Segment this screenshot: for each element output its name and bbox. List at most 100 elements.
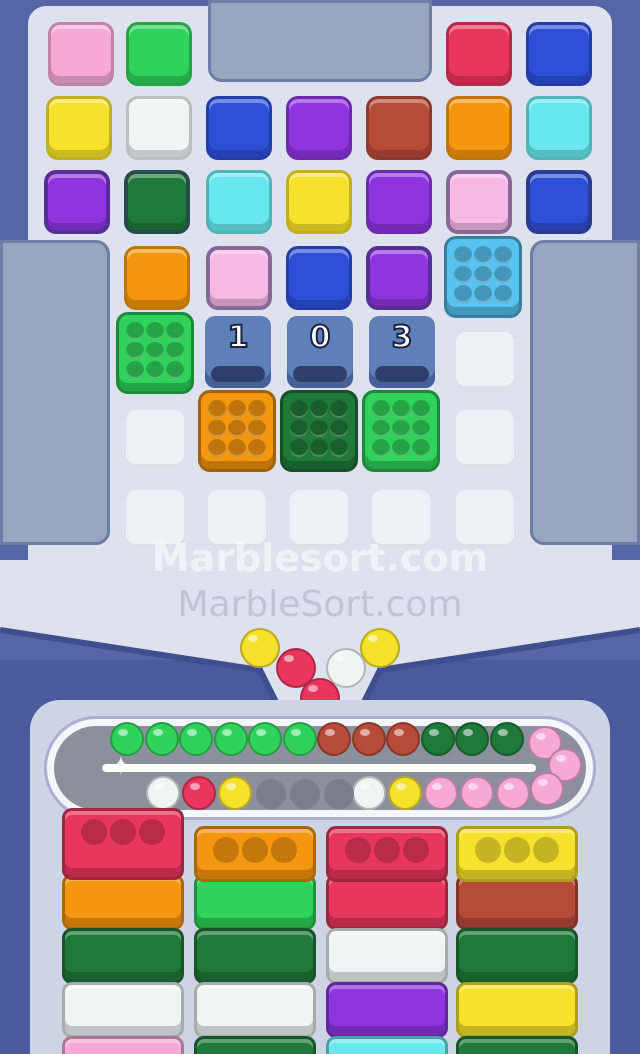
conveyor-marble bbox=[388, 776, 422, 810]
marble-hole bbox=[248, 400, 266, 418]
left-wall bbox=[0, 240, 110, 545]
column-hole bbox=[373, 837, 400, 863]
conveyor-marble bbox=[420, 722, 455, 756]
conveyor-marble bbox=[146, 776, 180, 810]
conveyor-marble bbox=[530, 772, 564, 806]
column-block[interactable] bbox=[326, 982, 448, 1038]
marble-hole bbox=[372, 439, 390, 457]
marble-hole bbox=[372, 400, 390, 418]
column-top-holes bbox=[473, 837, 561, 863]
conveyor-marble bbox=[282, 722, 317, 756]
color-tile[interactable] bbox=[44, 170, 110, 234]
column-top-holes bbox=[343, 837, 431, 863]
conveyor-marble bbox=[144, 722, 179, 756]
marble-hole bbox=[330, 400, 348, 418]
color-tile[interactable] bbox=[526, 22, 592, 86]
color-tile[interactable] bbox=[286, 170, 352, 234]
gate-counter[interactable]: 0 bbox=[287, 316, 353, 388]
conveyor-marble bbox=[352, 776, 386, 810]
marble-hole bbox=[208, 419, 226, 438]
color-tile[interactable] bbox=[48, 22, 114, 86]
color-tile[interactable] bbox=[46, 96, 112, 160]
column-block[interactable] bbox=[456, 1036, 578, 1054]
marble-box[interactable] bbox=[362, 390, 440, 472]
marble-hole bbox=[494, 246, 512, 264]
marble-box-holes bbox=[372, 400, 430, 457]
column-block[interactable] bbox=[194, 928, 316, 984]
marble-hole bbox=[146, 322, 164, 340]
conveyor-marble bbox=[179, 722, 213, 756]
color-tile[interactable] bbox=[286, 96, 352, 160]
marble-hole bbox=[412, 419, 430, 438]
color-tile[interactable] bbox=[446, 22, 512, 86]
column-block[interactable] bbox=[326, 928, 448, 984]
marble-box[interactable] bbox=[198, 390, 276, 472]
marble-hole bbox=[146, 361, 164, 379]
column-top-box[interactable] bbox=[62, 808, 184, 880]
color-tile[interactable] bbox=[206, 96, 272, 160]
marble-hole bbox=[494, 265, 512, 284]
gate-counter[interactable]: 3 bbox=[369, 316, 435, 388]
conveyor-marble bbox=[317, 722, 351, 756]
column-block[interactable] bbox=[194, 874, 316, 930]
column-block[interactable] bbox=[194, 1036, 316, 1054]
marble-hole bbox=[392, 400, 410, 418]
column-block[interactable] bbox=[326, 874, 448, 930]
empty-slot bbox=[126, 410, 184, 468]
conveyor-pocket bbox=[256, 779, 286, 809]
color-tile[interactable] bbox=[286, 246, 352, 310]
gate-mouth bbox=[293, 366, 347, 382]
marble-hole bbox=[290, 419, 308, 438]
column-block[interactable] bbox=[456, 874, 578, 930]
marble bbox=[360, 628, 400, 668]
marble-hole bbox=[330, 439, 348, 457]
marble-hole bbox=[146, 341, 164, 360]
column-top-box[interactable] bbox=[326, 826, 448, 882]
marble-box[interactable] bbox=[116, 312, 194, 394]
color-tile[interactable] bbox=[366, 96, 432, 160]
conveyor-marble bbox=[386, 722, 420, 756]
color-tile[interactable] bbox=[124, 170, 190, 234]
marble-hole bbox=[166, 341, 184, 360]
gate-mouth bbox=[211, 366, 265, 382]
color-tile[interactable] bbox=[206, 170, 272, 234]
color-tile[interactable] bbox=[366, 246, 432, 310]
marble bbox=[240, 628, 280, 668]
column-hole bbox=[241, 837, 268, 863]
color-tile[interactable] bbox=[124, 246, 190, 310]
marble-hole bbox=[228, 419, 246, 438]
marble-hole bbox=[330, 419, 348, 438]
column-top-box[interactable] bbox=[456, 826, 578, 882]
column-block[interactable] bbox=[62, 1036, 184, 1054]
color-tile[interactable] bbox=[446, 96, 512, 160]
color-tile[interactable] bbox=[126, 22, 192, 86]
marble-box[interactable] bbox=[280, 390, 358, 472]
gate-counter[interactable]: 1 bbox=[205, 316, 271, 388]
gate-count-label: 0 bbox=[309, 319, 332, 356]
marble-hole bbox=[290, 400, 308, 418]
column-block[interactable] bbox=[62, 874, 184, 930]
column-block[interactable] bbox=[62, 928, 184, 984]
color-tile[interactable] bbox=[526, 96, 592, 160]
marble-box[interactable] bbox=[444, 236, 522, 318]
color-tile[interactable] bbox=[126, 96, 192, 160]
marble-hole bbox=[310, 439, 328, 457]
column-block[interactable] bbox=[326, 1036, 448, 1054]
color-tile[interactable] bbox=[446, 170, 512, 234]
marble-box-holes bbox=[290, 400, 348, 457]
marble-hole bbox=[474, 285, 492, 303]
marble-box-holes bbox=[126, 322, 184, 379]
color-tile[interactable] bbox=[366, 170, 432, 234]
column-block[interactable] bbox=[456, 928, 578, 984]
color-tile[interactable] bbox=[526, 170, 592, 234]
marble-hole bbox=[126, 361, 144, 379]
column-block[interactable] bbox=[456, 982, 578, 1038]
column-block[interactable] bbox=[194, 982, 316, 1038]
empty-slot bbox=[456, 332, 514, 390]
marble-hole bbox=[166, 361, 184, 379]
color-tile[interactable] bbox=[206, 246, 272, 310]
column-block[interactable] bbox=[62, 982, 184, 1038]
game-screen: 1 0 3 Marblesort.com MarbleSort.com ✦ bbox=[0, 0, 640, 1054]
marble-hole bbox=[474, 246, 492, 264]
column-top-box[interactable] bbox=[194, 826, 316, 882]
